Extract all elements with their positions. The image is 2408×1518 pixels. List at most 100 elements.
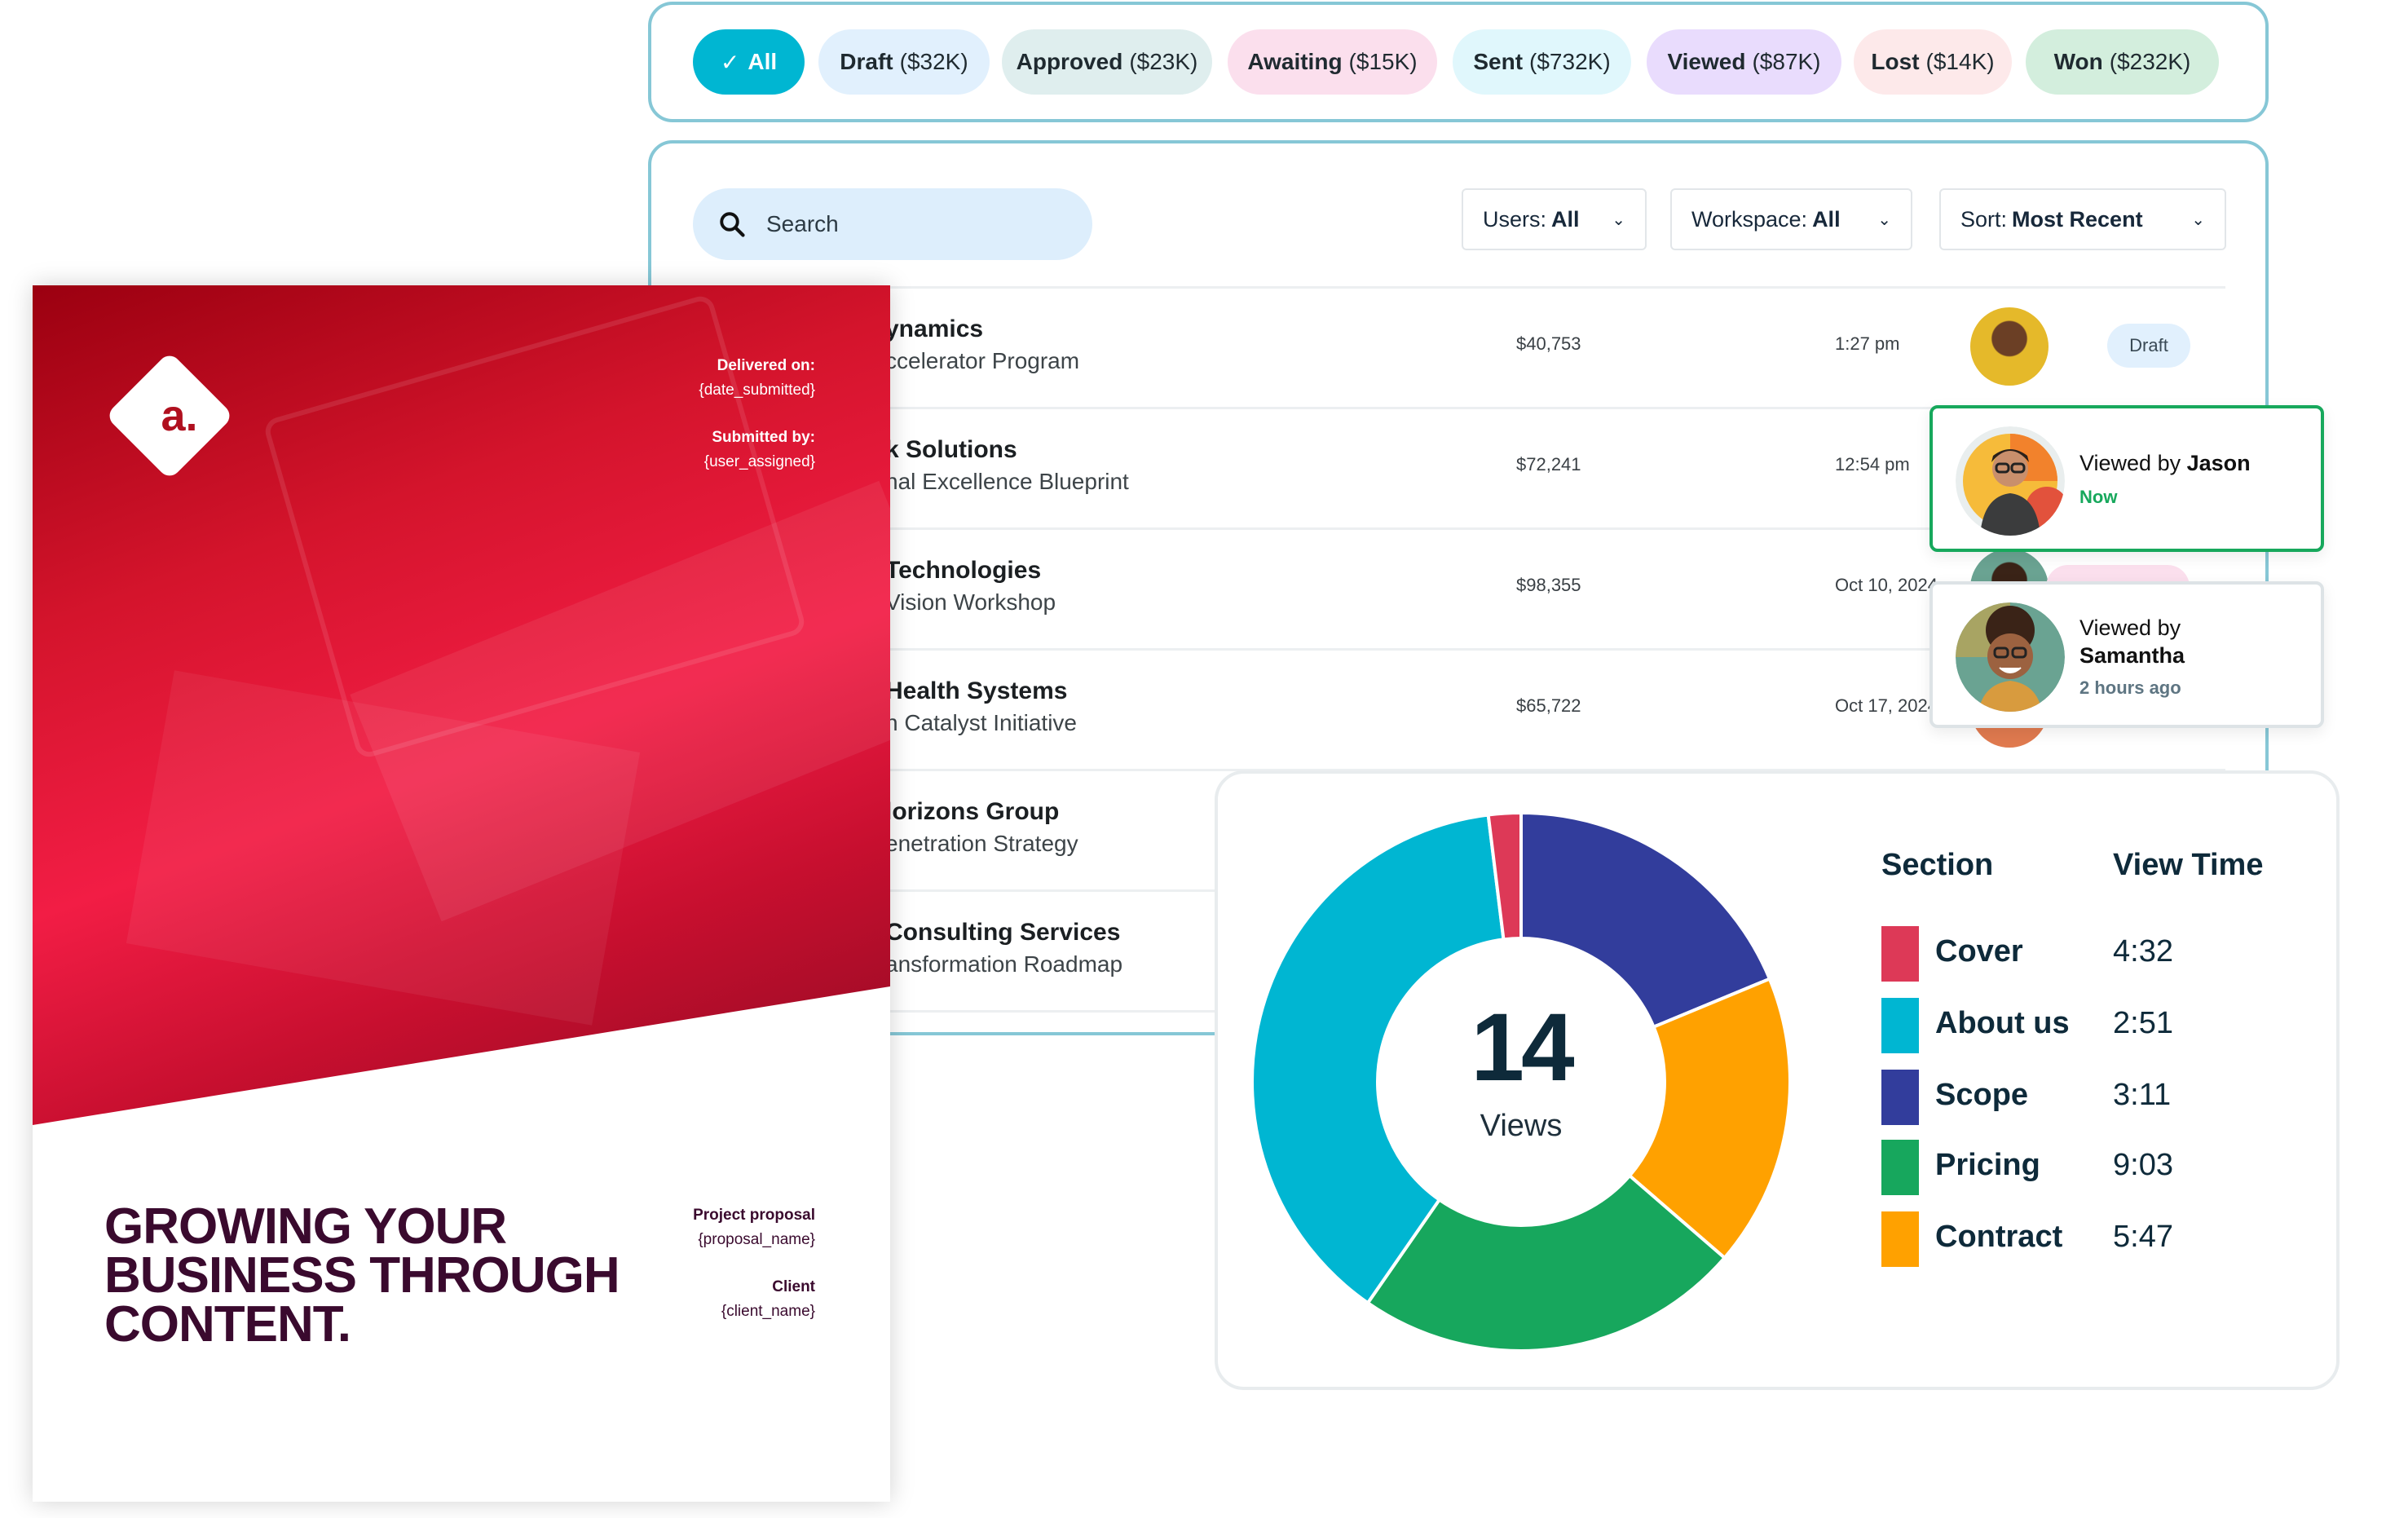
- row-client-name: ynamics: [885, 316, 984, 342]
- row-client-name: lorizons Group: [885, 798, 1060, 825]
- filter-pill-amount: ($232K): [2109, 49, 2191, 74]
- legend-view-time: 2:51: [2113, 1006, 2173, 1040]
- row-client-name: Health Systems: [885, 677, 1068, 704]
- filter-pill-won[interactable]: Won ($232K): [2026, 29, 2219, 95]
- filter-pill-approved[interactable]: Approved ($23K): [1002, 29, 1212, 95]
- row-proposal-name: ansformation Roadmap: [885, 951, 1123, 977]
- row-amount: $72,241: [1516, 454, 1581, 474]
- filter-pill-label: Draft: [840, 49, 893, 74]
- avatar: [1956, 426, 2065, 536]
- row-proposal-name: Vision Workshop: [885, 589, 1056, 615]
- notification-text: Viewed by: [2079, 616, 2181, 640]
- filter-pill-amount: ($23K): [1129, 49, 1198, 74]
- chevron-down-icon: ⌄: [2191, 210, 2205, 229]
- workspace-filter-dropdown[interactable]: Workspace: All ⌄: [1670, 188, 1912, 250]
- notification-time: 2 hours ago: [2079, 677, 2181, 698]
- row-proposal-name: nal Excellence Blueprint: [885, 469, 1129, 494]
- delivered-value: {date_submitted}: [699, 382, 815, 399]
- legend-view-time: 4:32: [2113, 934, 2173, 969]
- filter-pill-label: Viewed: [1667, 49, 1746, 74]
- legend-header-section: Section: [1881, 848, 1994, 882]
- row-client-name: Technologies: [885, 557, 1042, 584]
- row-time: 1:27 pm: [1835, 333, 1900, 354]
- search-placeholder: Search: [766, 211, 839, 236]
- filter-pill-amount: ($732K): [1529, 49, 1611, 74]
- legend-section-label: Pricing: [1935, 1148, 2040, 1182]
- sort-dropdown[interactable]: Sort: Most Recent ⌄: [1939, 188, 2226, 250]
- users-filter-label: Users:: [1483, 206, 1547, 232]
- legend-swatch: [1881, 926, 1919, 982]
- avatar: [1970, 307, 2049, 386]
- filter-pill-sent[interactable]: Sent ($732K): [1453, 29, 1631, 95]
- filter-pill-lost[interactable]: Lost ($14K): [1854, 29, 2012, 95]
- row-time: Oct 17, 2024: [1835, 695, 1938, 716]
- filter-pill-label: Sent: [1473, 49, 1524, 74]
- workspace-filter-label: Workspace:: [1691, 206, 1808, 232]
- chevron-down-icon: ⌄: [1612, 210, 1625, 229]
- legend-section-label: Scope: [1935, 1078, 2029, 1112]
- row-time: 12:54 pm: [1835, 454, 1910, 474]
- filter-pill-draft[interactable]: Draft ($32K): [818, 29, 990, 95]
- proposal-label: Project proposal: [693, 1207, 815, 1224]
- row-proposal-name: n Catalyst Initiative: [885, 710, 1077, 735]
- legend-section-label: Contract: [1935, 1220, 2063, 1254]
- search-input[interactable]: Search: [693, 188, 1092, 260]
- filter-pill-label: Awaiting: [1247, 49, 1343, 74]
- row-proposal-name: enetration Strategy: [885, 831, 1078, 856]
- client-value: {client_name}: [721, 1303, 815, 1320]
- filter-pill-awaiting[interactable]: Awaiting ($15K): [1228, 29, 1437, 95]
- legend-view-time: 5:47: [2113, 1220, 2173, 1254]
- proposal-value: {proposal_name}: [698, 1231, 815, 1248]
- row-proposal-name: ccelerator Program: [885, 348, 1080, 373]
- chevron-down-icon: ⌄: [1877, 210, 1891, 229]
- delivered-label: Delivered on:: [717, 357, 815, 374]
- check-icon: ✓: [720, 49, 740, 75]
- search-icon: [720, 212, 745, 237]
- legend-section-label: Cover: [1935, 934, 2023, 969]
- row-time: Oct 10, 2024: [1835, 575, 1938, 595]
- filter-pill-amount: ($14K): [1925, 49, 1995, 74]
- status-badge: Draft: [2107, 324, 2190, 368]
- notification-text: Viewed by Jason: [2079, 451, 2251, 475]
- row-amount: $98,355: [1516, 575, 1581, 595]
- avatar: [1956, 602, 2065, 712]
- legend-swatch: [1881, 1140, 1919, 1195]
- users-filter-dropdown[interactable]: Users: All ⌄: [1462, 188, 1647, 250]
- filter-pill-label: Approved: [1016, 49, 1123, 74]
- workspace-filter-value: All: [1812, 206, 1841, 232]
- legend-section-label: About us: [1935, 1006, 2070, 1040]
- filter-pill-label: All: [748, 49, 778, 74]
- users-filter-value: All: [1551, 206, 1580, 232]
- filter-pill-all[interactable]: ✓ All: [693, 29, 805, 95]
- legend-header-view-time: View Time: [2113, 848, 2264, 882]
- filter-pill-label: Lost: [1871, 49, 1920, 74]
- viewed-notification[interactable]: Viewed by Jason Now: [1929, 405, 2324, 552]
- filter-pill-amount: ($15K): [1348, 49, 1418, 74]
- views-count: 14: [1471, 994, 1574, 1101]
- viewed-notification[interactable]: Viewed by Samantha 2 hours ago: [1929, 581, 2324, 728]
- filter-pill-amount: ($87K): [1752, 49, 1821, 74]
- filter-pill-amount: ($32K): [899, 49, 968, 74]
- document-title: GROWING YOUR BUSINESS THROUGH CONTENT.: [104, 1198, 620, 1353]
- legend-view-time: 3:11: [2113, 1078, 2172, 1112]
- notification-time: Now: [2079, 487, 2118, 507]
- filter-pill-viewed[interactable]: Viewed ($87K): [1647, 29, 1841, 95]
- sort-label: Sort:: [1960, 206, 2008, 232]
- proposal-document-cover[interactable]: a. Delivered on: {date_submitted} Submit…: [33, 285, 890, 1502]
- legend-swatch: [1881, 1211, 1919, 1267]
- filter-pill-label: Won: [2053, 49, 2103, 74]
- row-amount: $40,753: [1516, 333, 1581, 354]
- submitted-label: Submitted by:: [712, 429, 815, 446]
- legend-view-time: 9:03: [2113, 1148, 2173, 1182]
- row-client-name: k Solutions: [885, 436, 1017, 463]
- submitted-value: {user_assigned}: [703, 453, 815, 470]
- row-client-name: Consulting Services: [885, 919, 1121, 946]
- legend-swatch: [1881, 1070, 1919, 1125]
- company-logo: a.: [104, 351, 235, 481]
- row-amount: $65,722: [1516, 695, 1581, 716]
- client-label: Client: [772, 1278, 815, 1295]
- legend-swatch: [1881, 998, 1919, 1053]
- notification-name: Samantha: [2079, 643, 2185, 668]
- sort-value: Most Recent: [2012, 206, 2143, 232]
- views-label: Views: [1480, 1109, 1563, 1143]
